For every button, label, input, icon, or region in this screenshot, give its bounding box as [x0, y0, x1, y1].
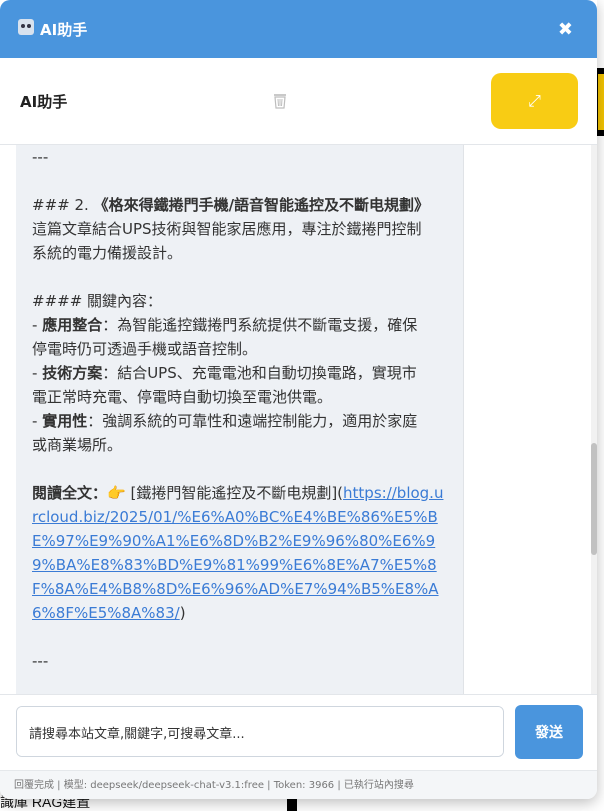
bullet-2-label: 技術方案: [42, 364, 103, 382]
send-button[interactable]: 發送: [515, 705, 583, 759]
article-link[interactable]: https://blog.urcloud.biz/2025/01/%E6%A0%…: [32, 484, 443, 622]
bullet-3-line-2: 或商業場所。: [32, 436, 123, 454]
bullet-3-line-1: - 實用性：強調系統的可靠性和遠端控制能力，適用於家庭: [32, 412, 418, 430]
link-text-prefix: [鐵捲門智能遙控及不斷电規劃](: [125, 484, 344, 502]
message-input[interactable]: [16, 706, 504, 757]
message-heading-4: #### 關鍵內容：: [32, 292, 163, 310]
message-heading-2: ### 2. 《格來得鐵捲門手機/語音智能遙控及不斷电規劃》: [32, 196, 430, 214]
widget-titlebar: AI助手 ✖: [0, 0, 597, 58]
heading-2-bold: 《格來得鐵捲門手機/語音智能遙控及不斷电規劃》: [93, 196, 430, 214]
bullet-2-line-1: - 技術方案：結合UPS、充電電池和自動切換電路，實現市: [32, 364, 417, 382]
chat-messages-area[interactable]: --- ### 2. 《格來得鐵捲門手機/語音智能遙控及不斷电規劃》 這篇文章結…: [0, 145, 597, 694]
bullet-2-line-2: 電正常時充電、停電時自動切換至電池供電。: [32, 388, 333, 406]
bullet-1-line-2: 停電時仍可透過手機或語音控制。: [32, 340, 258, 358]
bullet-1-label: 應用整合: [42, 316, 103, 334]
ai-assistant-widget: AI助手 ✖ AI助手 ⤢ --- ### 2. 《格來得鐵捲門手機/語音智能遙…: [0, 0, 597, 799]
chat-scrollbar-track[interactable]: [591, 145, 597, 694]
link-close: ): [179, 604, 186, 622]
bullet-1-line-1: - 應用整合：為智能遙控鐵捲門系統提供不斷電支援，確保: [32, 316, 418, 334]
titlebar-left: AI助手: [18, 19, 87, 40]
bullet-1-text: ：為智能遙控鐵捲門系統提供不斷電支援，確保: [102, 316, 418, 334]
chat-scrollbar-thumb[interactable]: [591, 443, 597, 555]
expand-button[interactable]: ⤢: [491, 73, 578, 129]
chat-header: AI助手 ⤢: [0, 58, 597, 145]
separator-line: ---: [32, 148, 49, 166]
header-title: AI助手: [20, 92, 68, 111]
bullet-3-text: ：強調系統的可靠性和遠端控制能力，適用於家庭: [87, 412, 418, 430]
message-intro-line-2: 系統的電力備援設計。: [32, 244, 183, 262]
separator-line: ---: [32, 652, 49, 670]
expand-icon: ⤢: [528, 91, 541, 110]
pointing-hand-icon: 👉: [107, 484, 126, 502]
bullet-2-text: ：結合UPS、充電電池和自動切換電路，實現市: [102, 364, 417, 382]
read-more-line: 閱讀全文：👉 [鐵捲門智能遙控及不斷电規劃](https://blog.urcl…: [32, 481, 447, 625]
close-button[interactable]: ✖: [558, 19, 573, 40]
trash-icon[interactable]: [271, 92, 289, 110]
background-dark-square: [287, 799, 297, 811]
robot-icon: [18, 19, 34, 35]
message-intro-line-1: 這篇文章結合UPS技術與智能家居應用，專注於鐵捲門控制: [32, 220, 422, 238]
read-more-label: 閱讀全文：: [32, 484, 108, 502]
window-title: AI助手: [40, 20, 88, 39]
bullet-3-label: 實用性: [42, 412, 88, 430]
assistant-message-bubble: --- ### 2. 《格來得鐵捲門手機/語音智能遙控及不斷电規劃》 這篇文章結…: [16, 145, 464, 694]
input-area: 發送: [0, 694, 597, 771]
status-bar: 回覆完成 | 模型: deepseek/deepseek-chat-v3.1:f…: [0, 770, 597, 799]
background-yellow-edge: [598, 74, 604, 130]
